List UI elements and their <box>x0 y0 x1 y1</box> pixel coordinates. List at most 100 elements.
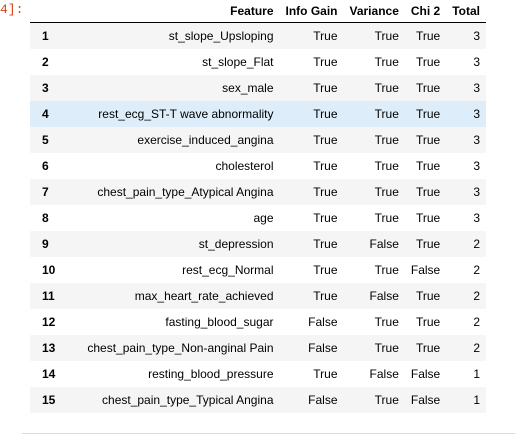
variance-cell: True <box>374 185 399 199</box>
info-gain-cell: True <box>313 81 338 95</box>
feature-cell: rest_ecg_Normal <box>182 263 274 277</box>
table-row: 10 rest_ecg_Normal True True False 2 <box>30 257 486 283</box>
info-gain-cell: True <box>313 107 338 121</box>
feature-cell: exercise_induced_angina <box>137 133 274 147</box>
info-gain-cell: True <box>313 211 338 225</box>
table-row: 1 st_slope_Upsloping True True True 3 <box>30 22 486 49</box>
feature-cell: age <box>253 211 274 225</box>
total-cell: 3 <box>473 107 480 121</box>
info-gain-cell: True <box>313 55 338 69</box>
total-cell: 3 <box>473 211 480 225</box>
row-index: 1 <box>42 29 49 43</box>
chi2-cell: True <box>415 55 441 69</box>
dataframe-table: Feature Info Gain Variance Chi 2 Total 1… <box>30 0 486 413</box>
column-header-total: Total <box>446 0 486 23</box>
variance-cell: True <box>374 29 399 43</box>
table-row: 2 st_slope_Flat True True True 3 <box>30 49 486 75</box>
total-cell: 3 <box>473 29 480 43</box>
row-index: 8 <box>42 211 49 225</box>
row-index: 12 <box>42 315 56 329</box>
variance-cell: True <box>374 81 399 95</box>
header-row: Feature Info Gain Variance Chi 2 Total <box>30 0 486 23</box>
row-index: 15 <box>42 393 56 407</box>
table-row: 9 st_depression True False True 2 <box>30 231 486 257</box>
table-row: 8 age True True True 3 <box>30 205 486 231</box>
column-header-feature: Feature <box>69 0 280 23</box>
table-row: 15 chest_pain_type_Typical Angina False Tru… <box>30 387 486 413</box>
column-header-index <box>30 0 70 23</box>
info-gain-cell: True <box>313 367 338 381</box>
variance-cell: False <box>369 289 399 303</box>
chi2-cell: True <box>415 81 441 95</box>
feature-cell: max_heart_rate_achieved <box>134 289 274 303</box>
row-index: 3 <box>42 81 49 95</box>
chi2-cell: True <box>415 315 441 329</box>
total-cell: 3 <box>473 185 480 199</box>
total-cell: 3 <box>473 81 480 95</box>
info-gain-cell: True <box>313 289 338 303</box>
row-index: 9 <box>42 237 49 251</box>
row-index: 7 <box>42 185 49 199</box>
row-index: 14 <box>42 367 56 381</box>
table-row: 12 fasting_blood_sugar False True True 2 <box>30 309 486 335</box>
chi2-cell: True <box>415 211 441 225</box>
chi2-cell: False <box>410 263 441 277</box>
info-gain-cell: True <box>313 133 338 147</box>
info-gain-cell: False <box>308 341 338 355</box>
chi2-cell: True <box>415 159 441 173</box>
feature-cell: chest_pain_type_Typical Angina <box>102 393 274 407</box>
variance-cell: True <box>374 315 399 329</box>
feature-cell: sex_male <box>222 81 274 95</box>
variance-cell: True <box>374 263 399 277</box>
variance-cell: True <box>374 133 399 147</box>
chi2-cell: True <box>415 289 441 303</box>
table-row: 14 resting_blood_pressure True False False 1 <box>30 361 486 387</box>
output-prompt: 4]: <box>0 2 24 17</box>
variance-cell: False <box>369 237 399 251</box>
feature-cell: rest_ecg_ST-T wave abnormality <box>98 107 274 121</box>
total-cell: 2 <box>473 315 480 329</box>
variance-cell: True <box>374 393 399 407</box>
chi2-cell: True <box>415 29 441 43</box>
chi2-cell: True <box>415 237 441 251</box>
feature-cell: st_slope_Upsloping <box>168 29 274 43</box>
total-cell: 3 <box>473 159 480 173</box>
feature-cell: fasting_blood_sugar <box>165 315 274 329</box>
cell-divider <box>22 433 515 434</box>
total-cell: 2 <box>473 341 480 355</box>
table-row: 5 exercise_induced_angina True True True 3 <box>30 127 486 153</box>
row-index: 13 <box>42 341 56 355</box>
chi2-cell: False <box>410 393 441 407</box>
row-index: 10 <box>42 263 56 277</box>
table-body: 1 st_slope_Upsloping True True True 3 2 st_slop… <box>30 22 486 413</box>
variance-cell: True <box>374 55 399 69</box>
column-header-chi2: Chi 2 <box>404 0 447 23</box>
feature-cell: st_depression <box>198 237 274 251</box>
variance-cell: True <box>374 107 399 121</box>
info-gain-cell: True <box>313 237 338 251</box>
total-cell: 3 <box>473 133 480 147</box>
table-row: 6 cholesterol True True True 3 <box>30 153 486 179</box>
info-gain-cell: True <box>313 185 338 199</box>
row-index: 11 <box>42 289 55 303</box>
info-gain-cell: True <box>313 263 338 277</box>
row-index: 5 <box>42 133 49 147</box>
table-row: 3 sex_male True True True 3 <box>30 75 486 101</box>
table-row: 11 max_heart_rate_achieved True False True 2 <box>30 283 486 309</box>
info-gain-cell: False <box>308 393 338 407</box>
row-index: 2 <box>42 55 49 69</box>
column-header-variance: Variance <box>343 0 405 23</box>
feature-cell: chest_pain_type_Atypical Angina <box>97 185 274 199</box>
table-row: 4 rest_ecg_ST-T wave abnormality True True T… <box>30 101 486 127</box>
total-cell: 2 <box>473 263 480 277</box>
total-cell: 3 <box>473 55 480 69</box>
feature-cell: cholesterol <box>215 159 274 173</box>
table-row: 13 chest_pain_type_Non-anginal Pain False T… <box>30 335 486 361</box>
row-index: 4 <box>42 107 49 121</box>
chi2-cell: True <box>415 185 441 199</box>
total-cell: 1 <box>473 393 480 407</box>
feature-cell: chest_pain_type_Non-anginal Pain <box>87 341 274 355</box>
chi2-cell: False <box>410 367 441 381</box>
chi2-cell: True <box>415 341 441 355</box>
info-gain-cell: False <box>308 315 338 329</box>
